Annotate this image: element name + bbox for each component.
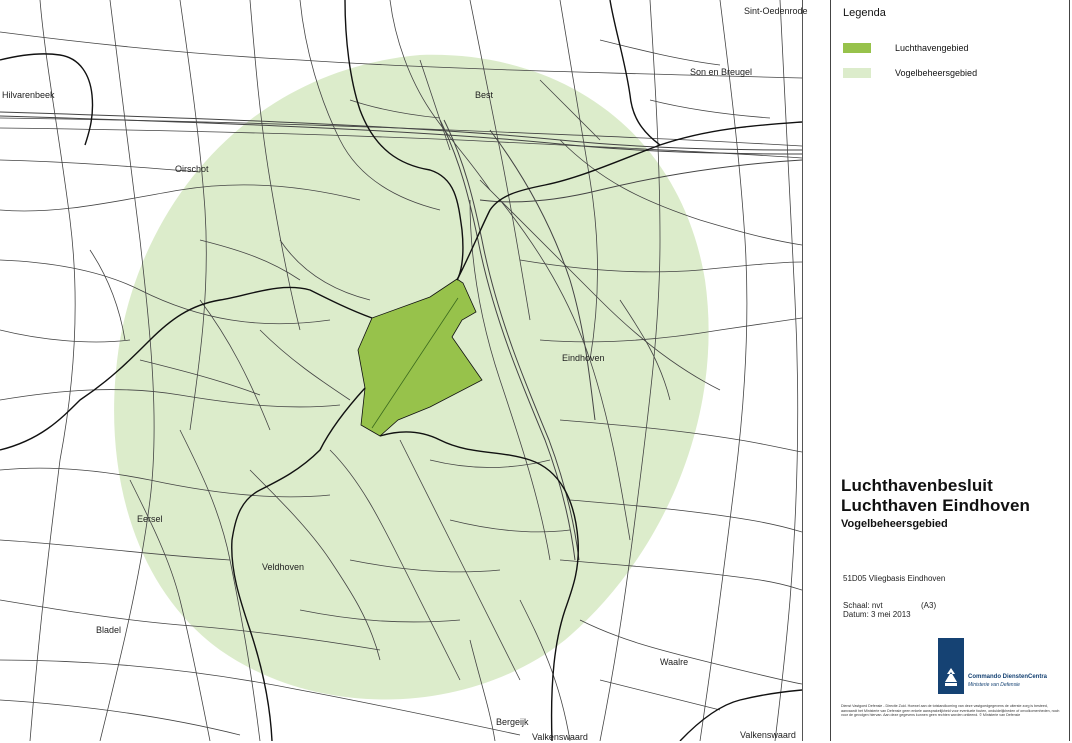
place-label-valkenswaard-edge: Valkenswaard [740, 730, 796, 740]
disclaimer-text: Dienst Vastgoed Defensie - Directie Zuid… [841, 704, 1060, 718]
legend-swatch-luchthavengebied [843, 43, 871, 53]
legend-item-luchthavengebied: Luchthavengebied [843, 42, 969, 54]
scale-label: Schaal: nvt [843, 601, 883, 610]
date-label: Datum: 3 mei 2013 [843, 610, 911, 619]
paper-size: (A3) [921, 601, 937, 610]
place-label-son-en-breugel: Son en Breugel [690, 67, 753, 77]
logo-text-line2: Ministerie van Defensie [968, 682, 1020, 688]
place-label-bladel: Bladel [96, 625, 122, 635]
place-label-waalre: Waalre [660, 657, 689, 667]
place-label-best: Best [475, 90, 494, 100]
legend-title: Legenda [843, 7, 886, 19]
legend-item-vogelbeheersgebied: Vogelbeheersgebied [843, 67, 977, 79]
place-label-valkenswaard: Valkenswaard [532, 732, 588, 742]
legend-panel: Legenda Luchthavengebied Vogelbeheersgeb… [830, 0, 1070, 741]
map-title-line1: Luchthavenbesluit [841, 476, 993, 495]
map-code: 51D05 Vliegbasis Eindhoven [843, 574, 946, 583]
defensie-logo: Commando DienstenCentra Ministerie van D… [938, 638, 1064, 694]
map-title-line2: Luchthaven Eindhoven [841, 496, 1031, 515]
legend-swatch-vogelbeheersgebied [843, 68, 871, 78]
legend-label: Luchthavengebied [895, 43, 969, 53]
place-label-oirschot: Oirschot [175, 164, 209, 174]
place-label-hilvarenbeek: Hilvarenbeek [2, 90, 55, 100]
crown-emblem-icon [945, 668, 957, 686]
place-label-veldhoven: Veldhoven [262, 562, 305, 572]
place-label-sint-oedenrode: Sint-Oedenrode [744, 6, 808, 16]
map-subtitle: Vogelbeheersgebied [841, 518, 948, 530]
logo-bar [938, 638, 964, 694]
logo-text-line1: Commando DienstenCentra [968, 674, 1048, 680]
map-canvas[interactable]: Sint-Oedenrode Son en Breugel Hilvarenbe… [0, 0, 808, 742]
place-label-eindhoven: Eindhoven [562, 353, 605, 363]
place-label-eersel: Eersel [137, 514, 163, 524]
place-label-bergeijk: Bergeijk [496, 717, 529, 727]
legend-label: Vogelbeheersgebied [895, 68, 978, 78]
